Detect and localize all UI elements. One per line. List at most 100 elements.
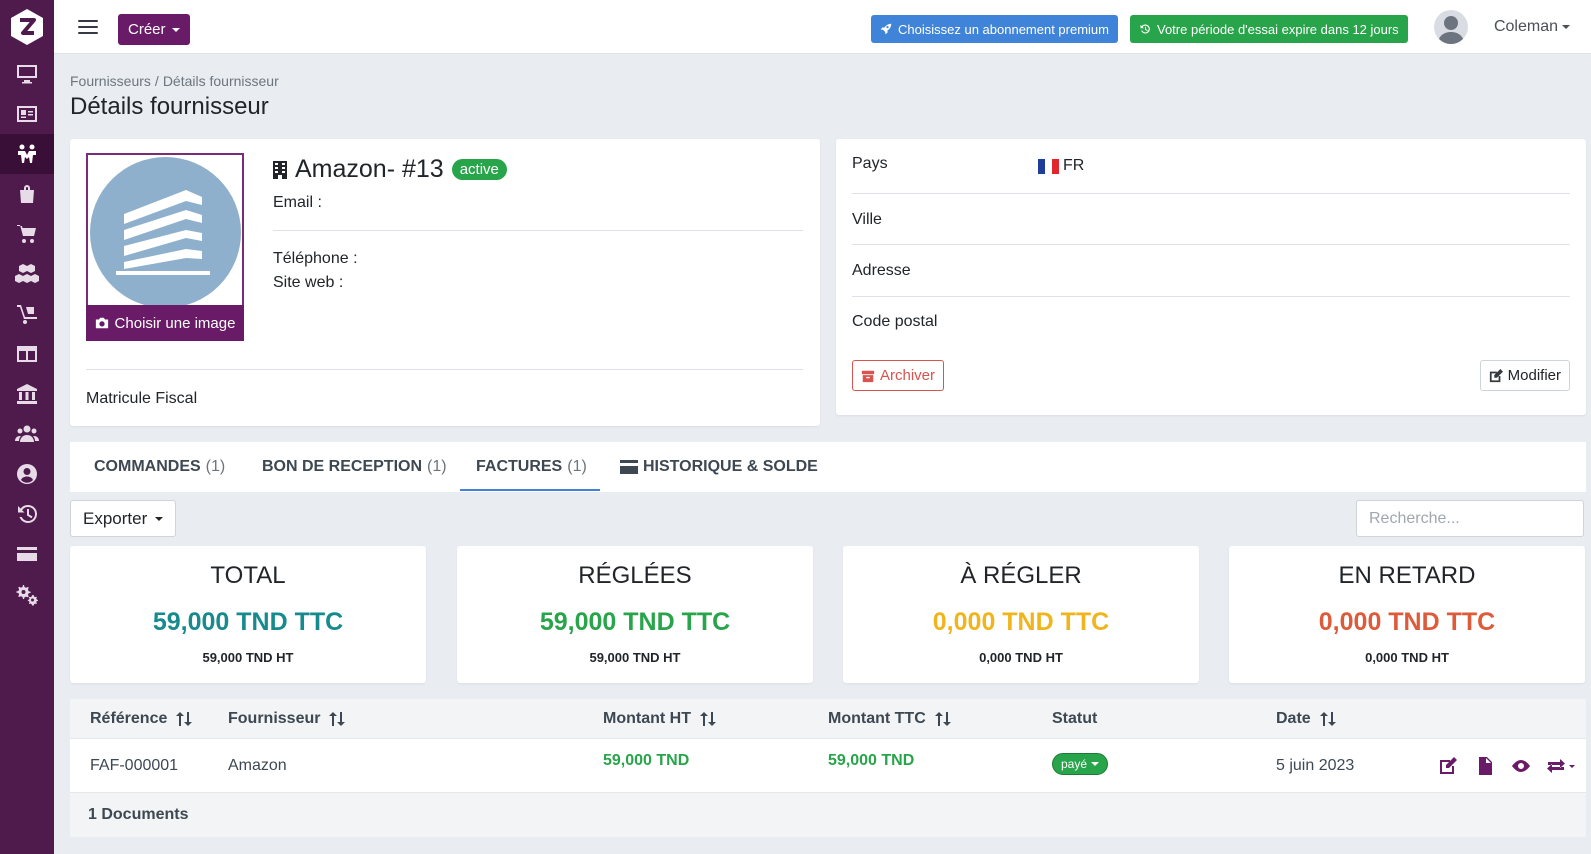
create-button-label: Créer: [128, 21, 166, 38]
stat-card-total: TOTAL 59,000 TND TTC 59,000 TND HT: [70, 546, 426, 683]
table-footer: 1 Documents: [70, 793, 1586, 837]
stat-ht: 0,000 TND HT: [979, 650, 1063, 665]
tax-id-label: Matricule Fiscal: [86, 390, 198, 407]
edit-icon: [1489, 368, 1503, 382]
caret-down-icon: [1562, 25, 1570, 29]
supplier-name-heading: Amazon- #13 active: [273, 155, 507, 184]
tab-historique-solde[interactable]: HISTORIQUE & SOLDE: [620, 442, 818, 492]
stat-value: 0,000 TND TTC: [1318, 608, 1496, 636]
dashboard-icon[interactable]: [0, 54, 54, 94]
sort-icon: [1319, 712, 1336, 726]
convert-arrows-icon[interactable]: [1546, 756, 1576, 776]
stat-card-a-regler: À RÉGLER 0,000 TND TTC 0,000 TND HT: [843, 546, 1199, 683]
supplier-address-card: Pays FR Ville Adresse Code postal Archiv…: [836, 139, 1586, 415]
supplier-info-card: Choisir une image Amazon- #13 active Ema…: [70, 139, 820, 426]
column-header-reference[interactable]: Référence: [90, 710, 193, 728]
table-layout-icon[interactable]: [0, 334, 54, 374]
column-header-fournisseur[interactable]: Fournisseur: [228, 710, 346, 728]
caret-down-icon: [171, 27, 180, 32]
breadcrumb-current: Détails fournisseur: [162, 73, 279, 89]
dolly-icon[interactable]: [0, 294, 54, 334]
tab-commandes[interactable]: COMMANDES (1): [94, 442, 225, 492]
breadcrumb-parent-link[interactable]: Fournisseurs: [70, 73, 151, 89]
premium-subscription-button[interactable]: Choisissez un abonnement premium: [871, 15, 1118, 43]
breadcrumb: Fournisseurs / Détails fournisseur: [70, 73, 279, 89]
building-placeholder-image: [90, 157, 241, 308]
history-icon[interactable]: [0, 494, 54, 534]
export-dropdown-button[interactable]: Exporter: [70, 500, 177, 537]
france-flag-icon: [1038, 158, 1059, 174]
column-header-date[interactable]: Date: [1276, 710, 1337, 728]
table-row[interactable]: FAF-000001 Amazon 59,000 TND 59,000 TND …: [70, 739, 1586, 793]
tab-bon-de-reception[interactable]: BON DE RECEPTION (1): [262, 442, 447, 492]
supplier-name: Amazon- #13: [295, 155, 444, 183]
pdf-file-icon[interactable]: [1475, 756, 1495, 776]
tab-label: COMMANDES: [94, 458, 201, 475]
stat-ht: 0,000 TND HT: [1365, 650, 1449, 665]
cell-amount-ht: 59,000 TND: [603, 752, 690, 769]
archive-button[interactable]: Archiver: [852, 360, 945, 391]
archive-box-icon: [861, 370, 875, 382]
edit-button[interactable]: Modifier: [1479, 360, 1570, 391]
cart-icon[interactable]: [0, 214, 54, 254]
credit-card-icon: [620, 460, 638, 474]
bank-icon[interactable]: [0, 374, 54, 414]
credit-card-icon[interactable]: [0, 534, 54, 574]
tabs-bar: COMMANDES (1) BON DE RECEPTION (1) FACTU…: [70, 442, 1586, 492]
stat-title: RÉGLÉES: [578, 562, 692, 589]
search-input[interactable]: [1356, 500, 1584, 537]
suppliers-icon[interactable]: [0, 134, 54, 174]
tab-count: (1): [205, 458, 226, 475]
edit-button-label: Modifier: [1507, 367, 1561, 384]
user-name-label: Coleman: [1493, 18, 1558, 35]
postal-code-label: Code postal: [852, 313, 938, 330]
archive-button-label: Archiver: [880, 367, 936, 384]
stat-value: 0,000 TND TTC: [932, 608, 1110, 636]
choose-image-button[interactable]: Choisir une image: [86, 305, 244, 341]
rocket-icon: [880, 23, 892, 35]
sidebar: [0, 0, 54, 854]
stat-value: 59,000 TND TTC: [152, 608, 344, 636]
user-menu[interactable]: Coleman: [1450, 18, 1570, 36]
divider: [852, 193, 1570, 194]
trial-expiry-button[interactable]: Votre période d'essai expire dans 12 jou…: [1130, 15, 1408, 43]
building-icon: [273, 160, 287, 179]
edit-icon[interactable]: [1438, 756, 1458, 776]
cell-supplier: Amazon: [228, 757, 287, 774]
app-logo[interactable]: [8, 8, 46, 46]
tab-count: (1): [567, 458, 587, 475]
contacts-card-icon[interactable]: [0, 94, 54, 134]
country-value: FR: [1038, 157, 1084, 175]
sort-icon: [329, 712, 346, 726]
user-circle-icon[interactable]: [0, 454, 54, 494]
tab-factures[interactable]: FACTURES (1): [476, 442, 587, 492]
column-label: Date: [1276, 710, 1311, 727]
settings-gears-icon[interactable]: [0, 574, 54, 614]
cell-reference[interactable]: FAF-000001: [90, 757, 178, 775]
sort-icon: [176, 712, 193, 726]
users-group-icon[interactable]: [0, 414, 54, 454]
eye-icon[interactable]: [1511, 756, 1531, 776]
status-dropdown-badge[interactable]: payé: [1052, 753, 1109, 775]
sort-icon: [934, 712, 951, 726]
column-header-statut: Statut: [1052, 710, 1097, 728]
invoices-table: Référence Fournisseur Montant HT Montant…: [70, 699, 1586, 837]
create-dropdown-button[interactable]: Créer: [118, 14, 190, 45]
column-header-montant-ht[interactable]: Montant HT: [603, 710, 717, 728]
shopping-bag-icon[interactable]: [0, 174, 54, 214]
documents-count: 1 Documents: [88, 806, 189, 823]
column-header-montant-ttc[interactable]: Montant TTC: [828, 710, 952, 728]
column-label: Montant TTC: [828, 710, 926, 727]
stat-card-reglees: RÉGLÉES 59,000 TND TTC 59,000 TND HT: [457, 546, 813, 683]
stat-value: 59,000 TND TTC: [539, 608, 731, 636]
website-label: Site web :: [273, 274, 344, 291]
stat-ht: 59,000 TND HT: [589, 650, 681, 665]
boxes-icon[interactable]: [0, 254, 54, 294]
tab-label: FACTURES: [476, 458, 563, 475]
phone-label: Téléphone :: [273, 250, 358, 267]
column-label: Référence: [90, 710, 168, 727]
divider: [86, 369, 803, 370]
camera-icon: [95, 317, 108, 329]
stat-title: EN RETARD: [1338, 562, 1476, 589]
menu-toggle-icon[interactable]: [78, 17, 98, 37]
